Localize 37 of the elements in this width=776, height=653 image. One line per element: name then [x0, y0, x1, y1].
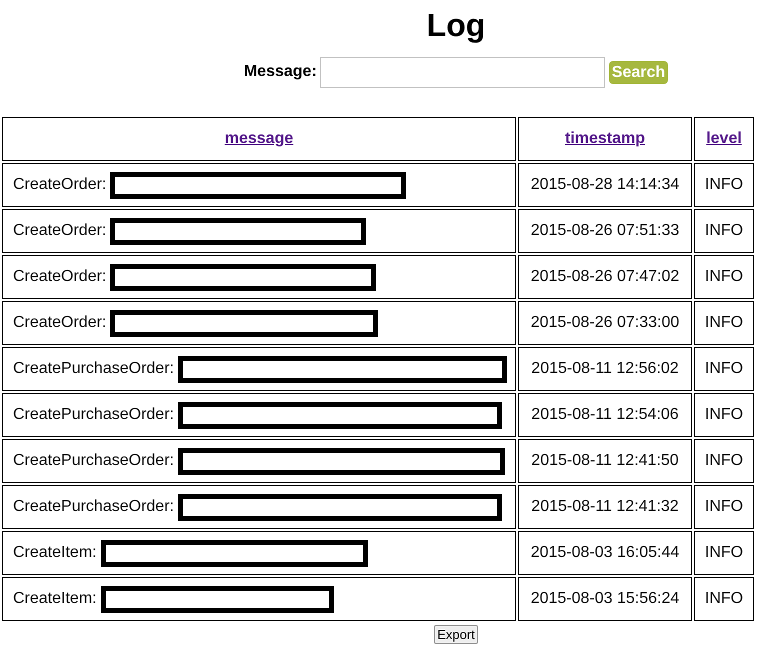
table-cell: INFO — [694, 439, 754, 483]
table-cell: 2015-08-26 07:47:02 — [518, 255, 692, 299]
message-text: CreateOrder: — [13, 314, 106, 331]
message-text: CreatePurchaseOrder: — [13, 360, 174, 377]
table-cell: 2015-08-11 12:56:02 — [518, 347, 692, 391]
table-cell: 2015-08-11 12:41:32 — [518, 485, 692, 529]
message-text: CreateOrder: — [13, 268, 106, 285]
table-cell: INFO — [694, 347, 754, 391]
table-cell: 2015-08-11 12:54:06 — [518, 393, 692, 437]
message-text: CreatePurchaseOrder: — [13, 406, 174, 423]
table-cell: 2015-08-03 15:56:24 — [518, 577, 692, 621]
message-label: Message: — [244, 63, 317, 81]
message-text: CreatePurchaseOrder: — [13, 452, 174, 469]
message-search-field[interactable] — [320, 56, 605, 88]
message-text: CreateItem: — [13, 544, 97, 561]
column-sort-link[interactable]: level — [706, 130, 742, 147]
export-button[interactable]: Export — [434, 625, 478, 644]
table-cell: INFO — [694, 163, 754, 207]
message-text: CreateOrder: — [13, 222, 106, 239]
table-cell: INFO — [694, 209, 754, 253]
table-cell: INFO — [694, 577, 754, 621]
message-text: CreateOrder: — [13, 176, 106, 193]
table-cell: INFO — [694, 301, 754, 345]
table-cell: 2015-08-11 12:41:50 — [518, 439, 692, 483]
table-cell: 2015-08-03 16:05:44 — [518, 531, 692, 575]
table-cell: 2015-08-28 14:14:34 — [518, 163, 692, 207]
column-sort-link[interactable]: timestamp — [564, 130, 646, 147]
table-cell: INFO — [694, 531, 754, 575]
table-cell: INFO — [694, 255, 754, 299]
page-title: Log — [426, 6, 486, 44]
message-text: CreatePurchaseOrder: — [13, 498, 174, 515]
column-sort-link[interactable]: message — [224, 130, 294, 147]
table-cell: INFO — [694, 485, 754, 529]
message-text: CreateItem: — [13, 590, 97, 607]
table-cell: 2015-08-26 07:33:00 — [518, 301, 692, 345]
table-cell: INFO — [694, 393, 754, 437]
table-cell: 2015-08-26 07:51:33 — [518, 209, 692, 253]
